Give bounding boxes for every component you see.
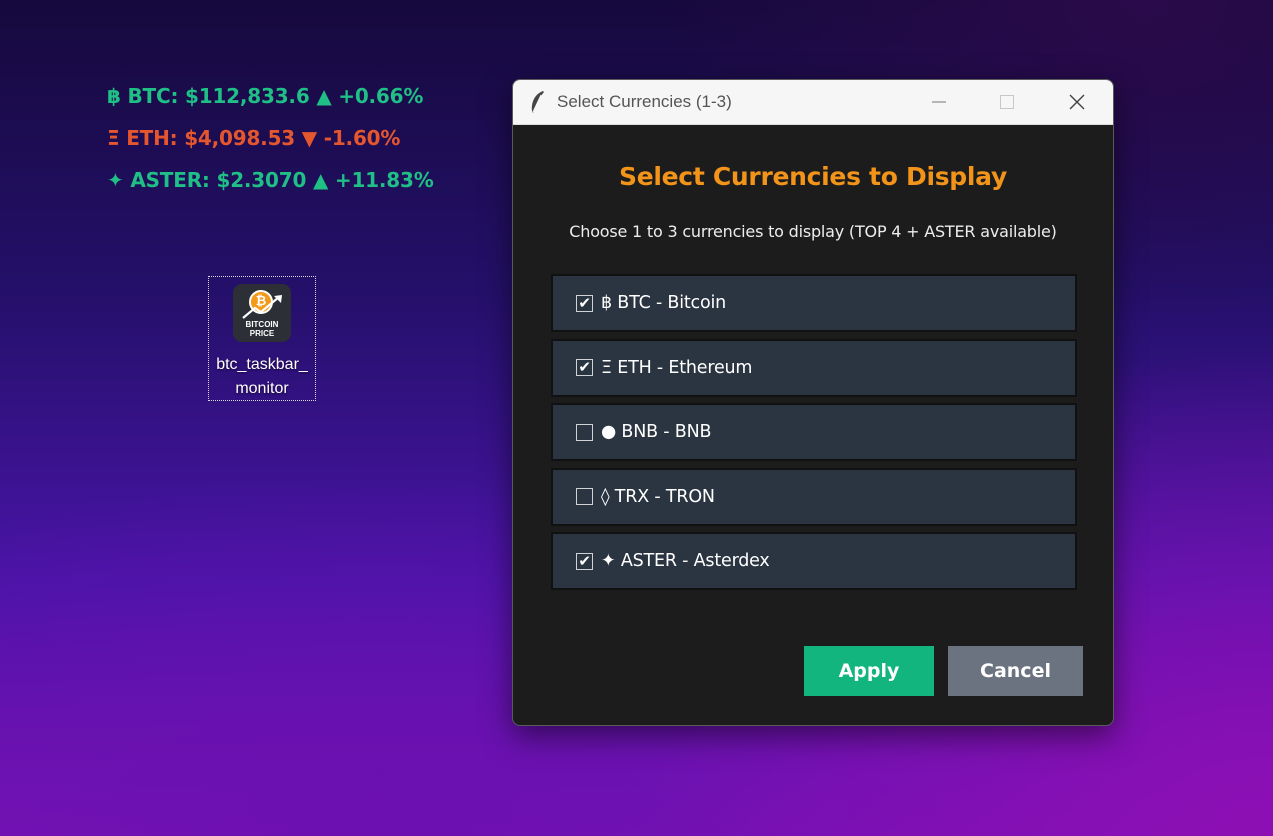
eth-change: -1.60% [323,126,401,150]
up-arrow-icon: ▲ [316,84,332,108]
dialog-instructions: Choose 1 to 3 currencies to display (TOP… [569,222,1057,241]
btc-price: BTC: $112,833.6 [127,84,310,108]
option-btc[interactable]: ✔ ฿ BTC - Bitcoin [551,274,1077,332]
trend-arrow-icon [242,295,282,319]
up-arrow-icon: ▲ [312,168,329,192]
minimize-icon [932,101,946,103]
option-btc-label: ฿ BTC - Bitcoin [601,293,727,313]
aster-symbol-icon: ✦ [107,168,124,192]
maximize-button[interactable] [973,80,1041,124]
app-icon-caption-line1: BITCOIN [245,320,279,329]
option-trx[interactable]: ◊ TRX - TRON [551,467,1077,526]
apply-button[interactable]: Apply [804,646,934,696]
option-aster[interactable]: ✔ ✦ ASTER - Asterdex [551,532,1077,590]
desktop-icon-label: btc_taskbar_ monitor [209,352,315,401]
option-eth[interactable]: ✔ Ξ ETH - Ethereum [551,338,1077,397]
window-title: Select Currencies (1-3) [557,92,732,111]
trx-checkbox[interactable] [576,488,593,505]
btc-checkbox[interactable]: ✔ [576,294,593,312]
bnb-checkbox[interactable] [576,423,593,441]
option-bnb[interactable]: ● BNB - BNB [551,403,1077,461]
aster-change: +11.83% [334,168,434,192]
feather-icon [531,91,544,113]
option-trx-label: ◊ TRX - TRON [601,486,715,507]
option-bnb-label: ● BNB - BNB [601,422,712,442]
btc-symbol-icon: ฿ [107,84,121,108]
bitcoin-price-app-icon: ₿ BITCOIN PRICE [233,284,291,342]
eth-price: ETH: $4,098.53 [126,126,296,150]
app-icon-caption: BITCOIN PRICE [233,320,291,338]
currency-options-list: ✔ ฿ BTC - Bitcoin ✔ Ξ ETH - Ethereum ● B… [551,274,1077,597]
eth-checkbox[interactable]: ✔ [576,359,593,376]
option-eth-label: Ξ ETH - Ethereum [601,357,753,378]
aster-price: ASTER: $2.3070 [130,168,307,192]
desktop-icon-label-line2: monitor [235,380,289,397]
dialog-heading: Select Currencies to Display [619,162,1007,191]
desktop-icon-label-line1: btc_taskbar_ [216,356,308,373]
app-icon-caption-line2: PRICE [249,329,275,338]
down-arrow-icon: ▼ [301,126,317,150]
desktop-shortcut-btc-taskbar-monitor[interactable]: ₿ BITCOIN PRICE btc_taskbar_ monitor [208,276,316,401]
minimize-button[interactable] [905,80,973,124]
ticker-eth: Ξ ETH: $4,098.53 ▼ -1.60% [107,124,434,166]
price-ticker: ฿ BTC: $112,833.6 ▲ +0.66% Ξ ETH: $4,098… [107,82,434,208]
cancel-button[interactable]: Cancel [948,646,1083,696]
eth-symbol-icon: Ξ [107,126,120,150]
title-bar[interactable]: Select Currencies (1-3) [513,80,1113,125]
maximize-icon [1000,95,1014,109]
close-button[interactable] [1043,80,1111,124]
ticker-btc: ฿ BTC: $112,833.6 ▲ +0.66% [107,82,434,124]
close-icon [1069,94,1085,110]
aster-checkbox[interactable]: ✔ [576,552,593,570]
ticker-aster: ✦ ASTER: $2.3070 ▲ +11.83% [107,166,434,208]
option-aster-label: ✦ ASTER - Asterdex [601,551,770,571]
select-currencies-dialog: Select Currencies (1-3) Select Currencie… [512,79,1114,726]
btc-change: +0.66% [338,84,424,108]
